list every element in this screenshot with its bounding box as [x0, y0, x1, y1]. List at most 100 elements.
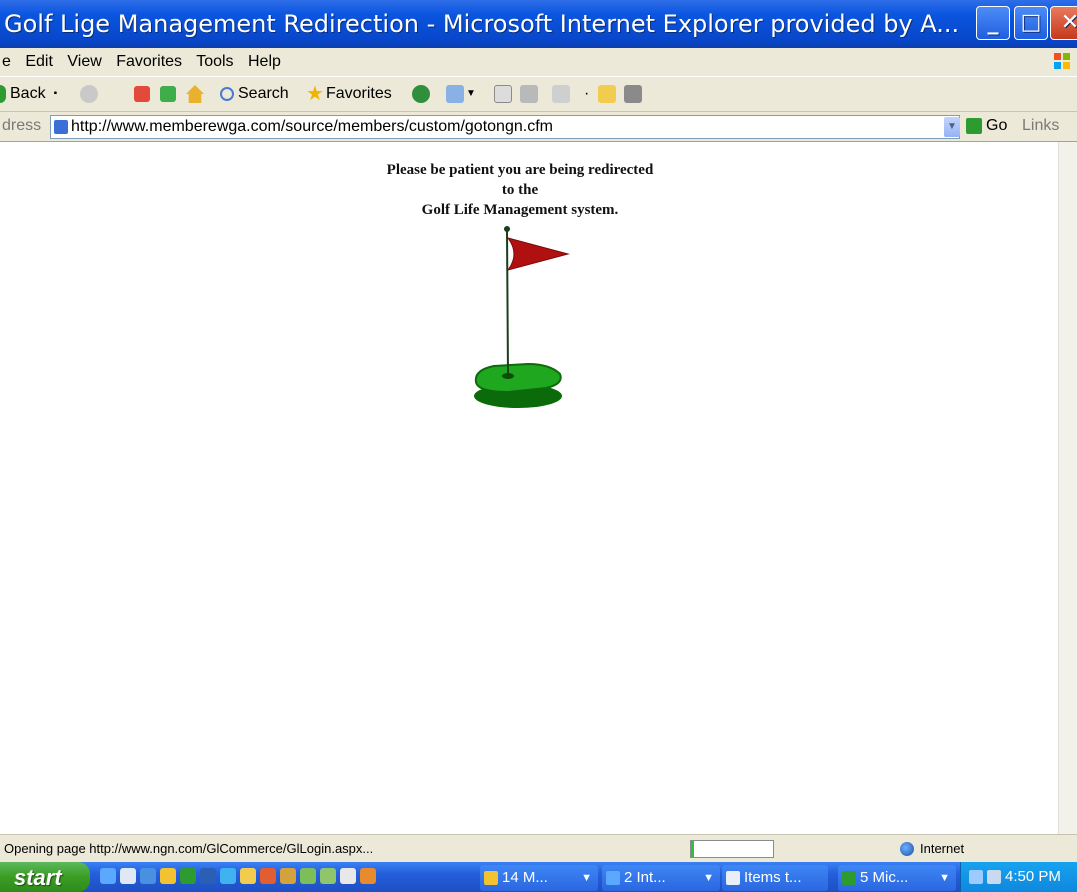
menu-edit[interactable]: Edit	[25, 53, 53, 70]
search-icon	[220, 87, 234, 101]
address-dropdown-button[interactable]: ▼	[944, 117, 960, 137]
print-icon	[520, 85, 538, 103]
mail-icon	[446, 85, 464, 103]
menu-tools[interactable]: Tools	[196, 53, 233, 70]
back-label: Back	[10, 85, 46, 102]
star-icon: ★	[306, 83, 324, 105]
windows-logo-icon	[1054, 53, 1070, 69]
menu-view[interactable]: View	[67, 53, 101, 70]
dot-icon: ·	[584, 85, 590, 102]
menu-favorites[interactable]: Favorites	[116, 53, 182, 70]
group-arrow-icon: ▼	[939, 872, 950, 884]
home-button[interactable]	[186, 77, 204, 111]
start-button[interactable]: start	[0, 862, 90, 892]
history-button[interactable]	[412, 77, 430, 111]
quick-launch-outlook-icon[interactable]	[160, 868, 176, 884]
clock: 4:50 PM	[1005, 868, 1061, 885]
vertical-scrollbar[interactable]	[1058, 142, 1077, 834]
discuss-button[interactable]	[552, 77, 570, 111]
taskbar-button-items[interactable]: Items t...	[722, 865, 828, 891]
toolbar-separator-dot: ·	[584, 77, 589, 111]
close-icon: ✕	[1060, 10, 1077, 35]
address-bar: dress http://www.memberewga.com/source/m…	[0, 112, 1077, 142]
redirect-message: Please be patient you are being redirect…	[340, 160, 700, 220]
toolbar: Back ▪ Search ★ Favorites ▼ ·	[0, 76, 1077, 112]
quick-launch-tool-icon[interactable]	[360, 868, 376, 884]
favorites-label: Favorites	[325, 85, 392, 102]
minimize-icon: _	[987, 10, 999, 35]
taskbar-button-excel[interactable]: 5 Mic... ▼	[838, 865, 956, 891]
search-button[interactable]: Search	[220, 77, 289, 111]
start-label: start	[14, 865, 62, 890]
page-icon	[54, 120, 68, 134]
menu-bar: e Edit View Favorites Tools Help	[0, 48, 1077, 76]
globe-icon	[900, 841, 914, 856]
edit-button[interactable]	[494, 77, 512, 111]
zone-label: Internet	[920, 841, 965, 856]
refresh-button[interactable]	[160, 77, 176, 111]
quick-launch-word-icon[interactable]	[200, 868, 216, 884]
status-bar: Opening page http://www.ngn.com/GlCommer…	[0, 834, 1077, 862]
links-button[interactable]: Links	[1022, 117, 1059, 135]
quick-launch-browser-icon[interactable]	[140, 868, 156, 884]
stop-icon	[134, 86, 150, 102]
putting-green	[474, 362, 562, 394]
message-line-1: Please be patient you are being redirect…	[386, 162, 654, 178]
quick-launch-notepad-icon[interactable]	[120, 868, 136, 884]
stop-button[interactable]	[134, 77, 150, 111]
task-label: Items t...	[744, 869, 802, 886]
page-content: Please be patient you are being redirect…	[0, 142, 1058, 834]
address-input[interactable]: http://www.memberewga.com/source/members…	[50, 115, 960, 139]
taskbar-button-internet-explorer[interactable]: 2 Int... ▼	[602, 865, 720, 891]
mail-dropdown-icon: ▼	[466, 88, 476, 99]
title-bar[interactable]: Golf Lige Management Redirection - Micro…	[0, 0, 1077, 48]
tray-network-icon[interactable]	[969, 870, 983, 884]
quick-launch-excel-icon[interactable]	[180, 868, 196, 884]
task-label: 5 Mic...	[860, 869, 909, 886]
taskbar-button-outlook[interactable]: 14 M... ▼	[480, 865, 598, 891]
quick-launch-doc2-icon[interactable]	[320, 868, 336, 884]
history-icon	[412, 85, 430, 103]
menu-file[interactable]: e	[2, 53, 11, 70]
quick-launch-globe-icon[interactable]	[220, 868, 236, 884]
messenger-button[interactable]	[624, 77, 642, 111]
progress-fill	[691, 841, 695, 857]
excel-icon	[842, 871, 856, 885]
group-arrow-icon: ▼	[581, 872, 592, 884]
chevron-down-icon: ▼	[947, 121, 957, 132]
search-label: Search	[238, 85, 289, 102]
tray-monitor-icon[interactable]	[987, 870, 1001, 884]
quick-launch-media-icon[interactable]	[340, 868, 356, 884]
discuss-icon	[552, 85, 570, 103]
close-button[interactable]: ✕	[1050, 6, 1077, 40]
go-button[interactable]: Go	[966, 117, 1007, 135]
quick-launch-folder-icon[interactable]	[240, 868, 256, 884]
quick-launch-doc-icon[interactable]	[300, 868, 316, 884]
go-arrow-icon	[966, 118, 982, 134]
messenger-icon	[624, 85, 642, 103]
refresh-icon	[160, 86, 176, 102]
outlook-icon	[484, 871, 498, 885]
folder-button[interactable]	[598, 77, 616, 111]
mail-button[interactable]: ▼	[446, 77, 476, 111]
quick-launch-ie-icon[interactable]	[100, 868, 116, 884]
golf-flag-image	[474, 226, 570, 408]
minimize-button[interactable]: _	[976, 6, 1010, 40]
quick-launch-paint-icon[interactable]	[260, 868, 276, 884]
forward-button[interactable]	[80, 77, 98, 111]
quick-launch-app-icon[interactable]	[280, 868, 296, 884]
taskbar: start 14 M... ▼ 2 Int... ▼ Items t... 5 …	[0, 862, 1077, 892]
menu-help[interactable]: Help	[248, 53, 281, 70]
security-zone: Internet	[900, 841, 964, 856]
flag-pennant	[506, 237, 570, 271]
address-url: http://www.memberewga.com/source/members…	[71, 118, 553, 135]
print-button[interactable]	[520, 77, 538, 111]
favorites-button[interactable]: ★ Favorites	[306, 77, 392, 111]
internet-explorer-icon	[606, 871, 620, 885]
edit-page-icon	[494, 85, 512, 103]
folder-icon	[598, 85, 616, 103]
maximize-button[interactable]: □	[1014, 6, 1048, 40]
document-icon	[726, 871, 740, 885]
back-button[interactable]: Back ▪	[0, 77, 57, 111]
task-label: 2 Int...	[624, 869, 666, 886]
